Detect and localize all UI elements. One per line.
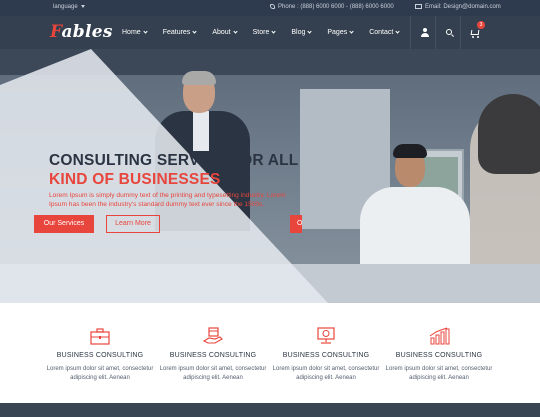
service-description: Lorem ipsum dolor sit amet, consectetur …: [46, 366, 154, 381]
nav-features-label: Features: [162, 29, 191, 36]
cart-icon[interactable]: [470, 28, 480, 38]
nav-store-label: Store: [252, 29, 270, 36]
nav-pages[interactable]: Pages: [327, 29, 354, 36]
service-title: BUSINESS CONSULTING: [169, 352, 257, 359]
top-bar: language Phone : (888) 6000 6000 - (888)…: [0, 0, 540, 16]
service-title: BUSINESS CONSULTING: [56, 352, 144, 359]
nav-about-label: About: [212, 29, 231, 36]
chevron-down-icon: [349, 29, 354, 34]
chevron-down-icon: [232, 29, 238, 34]
our-services-button[interactable]: Our Services: [34, 215, 94, 233]
hero-photo-hair: [182, 71, 216, 85]
search-icon[interactable]: [445, 28, 455, 38]
bar-chart-icon: [429, 327, 450, 345]
chevron-down-icon: [192, 29, 197, 34]
service-card[interactable]: BUSINESS CONSULTING Lorem ipsum dolor si…: [266, 327, 386, 383]
logo[interactable]: Fables: [50, 22, 113, 42]
nav-blog-label: Blog: [291, 29, 306, 36]
hero-title: CONSULTING SERVICE FOR ALL: [49, 152, 299, 169]
service-title: BUSINESS CONSULTING: [282, 352, 370, 359]
email-text: Email: Design@domain.com: [425, 4, 501, 11]
language-selector[interactable]: language: [53, 4, 85, 10]
service-title: BUSINESS CONSULTING: [395, 352, 483, 359]
hero-button-partial[interactable]: O: [290, 215, 302, 233]
language-label: language: [53, 4, 78, 10]
logo-text: ables: [61, 22, 113, 42]
nav-about[interactable]: About: [212, 29, 238, 36]
chevron-down-icon: [271, 29, 276, 34]
header-divider: [435, 16, 436, 49]
service-description: Lorem ipsum dolor sit amet, consectetur …: [385, 366, 493, 381]
nav-features[interactable]: Features: [163, 29, 197, 36]
next-section-strip: [0, 403, 540, 417]
learn-more-button[interactable]: Learn More: [106, 215, 160, 233]
header-divider: [460, 16, 461, 49]
chevron-down-icon: [307, 29, 312, 34]
main-nav: Home Features About Store Blog Pages Con…: [122, 29, 400, 36]
hero-photo-hair: [393, 144, 427, 158]
mail-icon: [415, 4, 422, 9]
service-description: Lorem ipsum dolor sit amet, consectetur …: [159, 366, 267, 381]
phone-text: Phone : (888) 6000 6000 - (888) 6000 600…: [278, 4, 394, 11]
hero-description: Lorem Ipsum is simply dummy text of the …: [49, 192, 286, 208]
header-divider: [410, 16, 411, 49]
user-icon[interactable]: [420, 28, 430, 38]
caret-down-icon: [80, 4, 85, 8]
service-description: Lorem ipsum dolor sit amet, consectetur …: [272, 366, 380, 381]
chevron-down-icon: [395, 29, 400, 34]
service-card[interactable]: BUSINESS CONSULTING Lorem ipsum dolor si…: [153, 327, 273, 383]
hero-title-highlight: KIND OF BUSINESSES: [49, 171, 221, 188]
cart-count-badge: 3: [477, 21, 485, 29]
service-card[interactable]: BUSINESS CONSULTING Lorem ipsum dolor si…: [40, 327, 160, 383]
phone-info: Phone : (888) 6000 6000 - (888) 6000 600…: [270, 4, 394, 10]
nav-home[interactable]: Home: [122, 29, 148, 36]
hero-photo-person-hair: [478, 94, 540, 174]
nav-pages-label: Pages: [327, 29, 348, 36]
logo-first-letter: F: [50, 22, 62, 42]
briefcase-icon: [90, 328, 110, 345]
phone-icon: [270, 4, 275, 9]
hero-photo-shirt: [193, 111, 209, 151]
nav-contact-label: Contact: [369, 29, 394, 36]
hand-box-icon: [202, 327, 223, 344]
service-card[interactable]: BUSINESS CONSULTING Lorem ipsum dolor si…: [379, 327, 499, 383]
email-info[interactable]: Email: Design@domain.com: [415, 4, 501, 10]
nav-home-label: Home: [122, 29, 141, 36]
services-section: BUSINESS CONSULTING Lorem ipsum dolor si…: [0, 303, 540, 403]
monitor-dollar-icon: [317, 327, 335, 344]
nav-blog[interactable]: Blog: [291, 29, 312, 36]
nav-store[interactable]: Store: [253, 29, 276, 36]
chevron-down-icon: [143, 29, 148, 34]
nav-contact[interactable]: Contact: [369, 29, 400, 36]
main-header: Fables Home Features About Store Blog Pa…: [0, 16, 540, 49]
